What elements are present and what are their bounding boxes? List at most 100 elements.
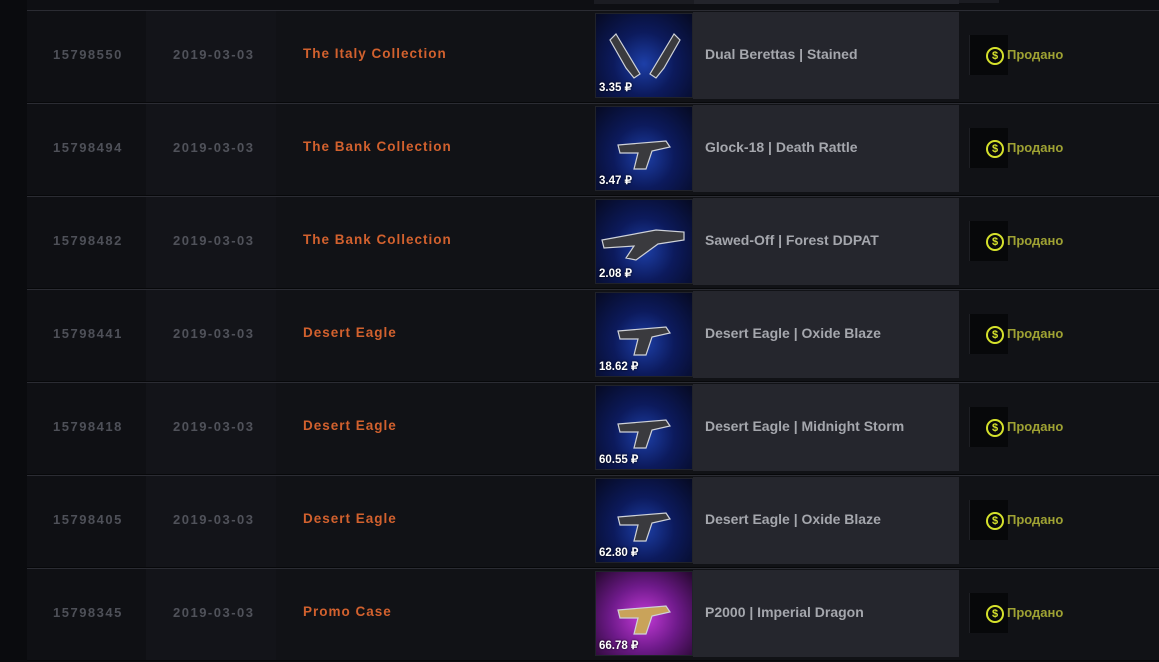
item-name-cell: Desert Eagle | Oxide Blaze (693, 291, 959, 378)
date-cell: 2019-03-03 (146, 11, 276, 102)
sale-date: 2019-03-03 (173, 419, 255, 434)
status-icon-box: $ (969, 314, 1008, 354)
sales-table: 15798550 2019-03-03 The Italy Collection… (27, 10, 1159, 661)
coin-icon: $ (986, 605, 1004, 623)
status-icon-box: $ (969, 500, 1008, 540)
item-name: Glock-18 | Death Rattle (705, 139, 858, 155)
case-link[interactable]: Desert Eagle (303, 418, 397, 433)
item-name-cell: Glock-18 | Death Rattle (693, 105, 959, 192)
item-thumbnail[interactable]: 18.62 ₽ (595, 292, 693, 377)
case-cell: Desert Eagle (276, 476, 594, 567)
status-cell: $ Продано (969, 221, 1159, 261)
item-price: 3.35 ₽ (599, 82, 632, 94)
case-link[interactable]: The Bank Collection (303, 232, 452, 247)
id-cell: 15798441 (27, 290, 146, 381)
sales-history-page: 15798550 2019-03-03 The Italy Collection… (0, 0, 1159, 662)
sale-date: 2019-03-03 (173, 605, 255, 620)
case-cell: The Italy Collection (276, 11, 594, 102)
item-thumbnail[interactable]: 62.80 ₽ (595, 478, 693, 563)
status-cell: $ Продано (969, 314, 1159, 354)
item-thumbnail[interactable]: 66.78 ₽ (595, 571, 693, 656)
item-price: 3.47 ₽ (599, 175, 632, 187)
case-link[interactable]: Desert Eagle (303, 325, 397, 340)
item-price: 62.80 ₽ (599, 547, 639, 559)
status-cell: $ Продано (969, 128, 1159, 168)
id-cell: 15798550 (27, 11, 146, 102)
table-row: 15798494 2019-03-03 The Bank Collection … (27, 103, 1159, 196)
coin-icon: $ (986, 140, 1004, 158)
item-name: P2000 | Imperial Dragon (705, 604, 864, 620)
status-label: Продано (1007, 47, 1064, 62)
item-name-cell: Sawed-Off | Forest DDPAT (693, 198, 959, 285)
status-cell: $ Продано (969, 35, 1159, 75)
item-name: Desert Eagle | Midnight Storm (705, 418, 905, 434)
coin-icon: $ (986, 233, 1004, 251)
left-sidebar-strip (0, 0, 27, 662)
previous-row-name-edge (694, 0, 959, 4)
sale-id: 15798441 (53, 326, 123, 341)
coin-icon: $ (986, 47, 1004, 65)
item-name: Dual Berettas | Stained (705, 46, 858, 62)
item-thumbnail[interactable]: 60.55 ₽ (595, 385, 693, 470)
id-cell: 15798418 (27, 383, 146, 474)
previous-row-edge (27, 0, 1159, 10)
table-row: 15798482 2019-03-03 The Bank Collection … (27, 196, 1159, 289)
previous-row-thumb-edge (594, 0, 694, 4)
sale-date: 2019-03-03 (173, 233, 255, 248)
item-thumbnail[interactable]: 3.35 ₽ (595, 13, 693, 98)
item-price: 2.08 ₽ (599, 268, 632, 280)
item-price: 18.62 ₽ (599, 361, 639, 373)
status-label: Продано (1007, 140, 1064, 155)
id-cell: 15798482 (27, 197, 146, 288)
case-link[interactable]: The Italy Collection (303, 46, 447, 61)
id-cell: 15798494 (27, 104, 146, 195)
date-cell: 2019-03-03 (146, 383, 276, 474)
coin-icon: $ (986, 512, 1004, 530)
item-name-cell: Desert Eagle | Oxide Blaze (693, 477, 959, 564)
case-cell: Desert Eagle (276, 290, 594, 381)
status-icon-box: $ (969, 593, 1008, 633)
sale-id: 15798405 (53, 512, 123, 527)
status-label: Продано (1007, 326, 1064, 341)
table-row: 15798550 2019-03-03 The Italy Collection… (27, 10, 1159, 103)
sale-date: 2019-03-03 (173, 512, 255, 527)
table-row: 15798345 2019-03-03 Promo Case 66.78 ₽ P… (27, 568, 1159, 661)
table-row: 15798405 2019-03-03 Desert Eagle 62.80 ₽… (27, 475, 1159, 568)
coin-icon: $ (986, 419, 1004, 437)
item-price: 66.78 ₽ (599, 640, 639, 652)
case-link[interactable]: Desert Eagle (303, 511, 397, 526)
item-thumbnail[interactable]: 3.47 ₽ (595, 106, 693, 191)
case-link[interactable]: The Bank Collection (303, 139, 452, 154)
table-row: 15798441 2019-03-03 Desert Eagle 18.62 ₽… (27, 289, 1159, 382)
item-price: 60.55 ₽ (599, 454, 639, 466)
status-cell: $ Продано (969, 407, 1159, 447)
item-name: Sawed-Off | Forest DDPAT (705, 232, 879, 248)
case-cell: The Bank Collection (276, 197, 594, 288)
coin-icon: $ (986, 326, 1004, 344)
status-cell: $ Продано (969, 593, 1159, 633)
item-name-cell: Desert Eagle | Midnight Storm (693, 384, 959, 471)
sale-id: 15798494 (53, 140, 123, 155)
sale-id: 15798418 (53, 419, 123, 434)
date-cell: 2019-03-03 (146, 290, 276, 381)
sale-date: 2019-03-03 (173, 47, 255, 62)
date-cell: 2019-03-03 (146, 476, 276, 567)
item-thumbnail[interactable]: 2.08 ₽ (595, 199, 693, 284)
sale-date: 2019-03-03 (173, 326, 255, 341)
case-cell: The Bank Collection (276, 104, 594, 195)
status-label: Продано (1007, 419, 1064, 434)
status-cell: $ Продано (969, 500, 1159, 540)
table-row: 15798418 2019-03-03 Desert Eagle 60.55 ₽… (27, 382, 1159, 475)
sale-id: 15798482 (53, 233, 123, 248)
sale-id: 15798550 (53, 47, 123, 62)
date-cell: 2019-03-03 (146, 569, 276, 660)
item-name-cell: P2000 | Imperial Dragon (693, 570, 959, 657)
date-cell: 2019-03-03 (146, 104, 276, 195)
previous-row-status-edge (959, 0, 999, 3)
status-icon-box: $ (969, 221, 1008, 261)
case-cell: Desert Eagle (276, 383, 594, 474)
status-icon-box: $ (969, 35, 1008, 75)
id-cell: 15798405 (27, 476, 146, 567)
item-name-cell: Dual Berettas | Stained (693, 12, 959, 99)
case-link[interactable]: Promo Case (303, 604, 392, 619)
